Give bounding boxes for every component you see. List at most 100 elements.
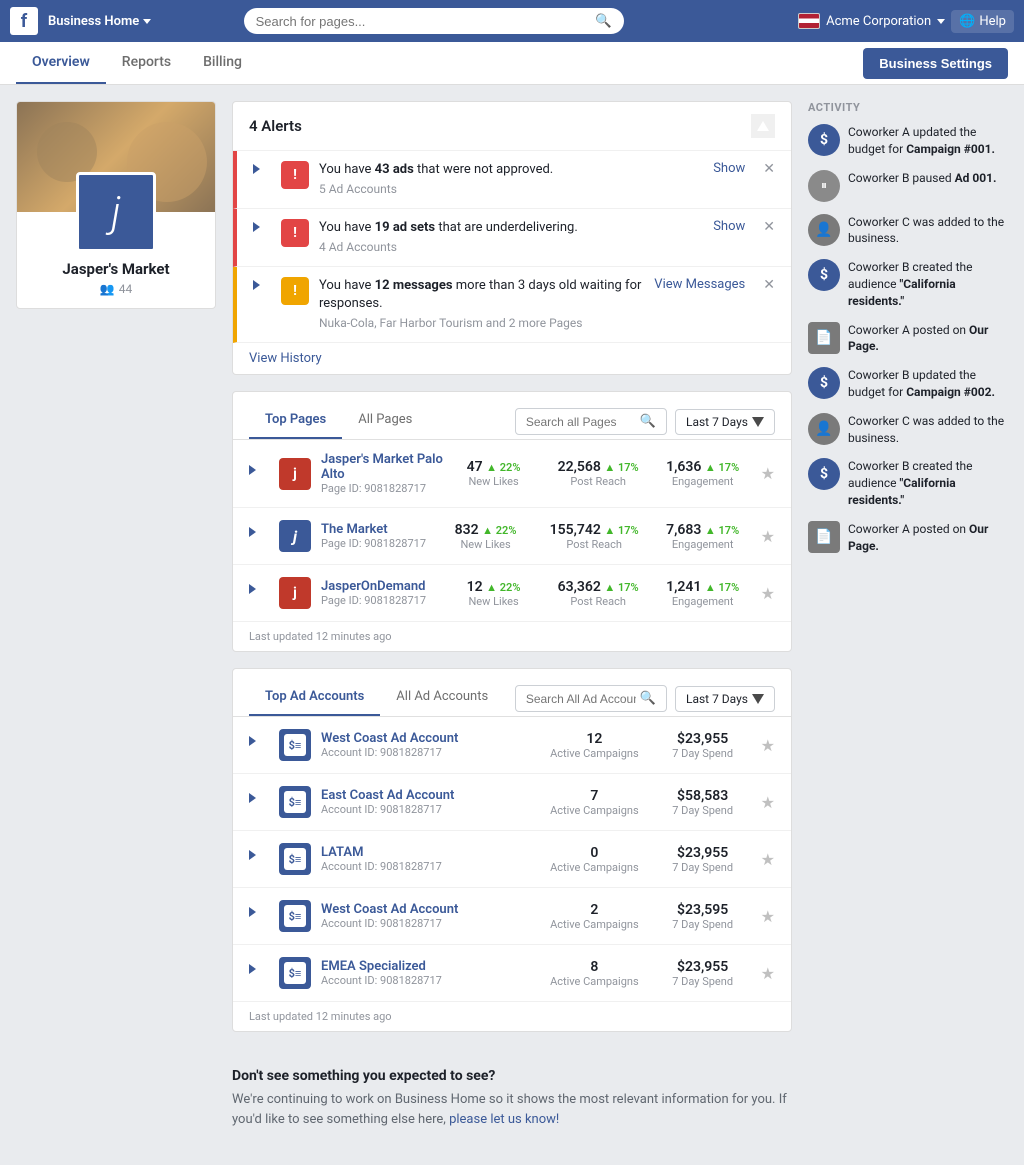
activity-text-1: Coworker A updated the budget for Campai… bbox=[848, 124, 1008, 158]
page-row-3: j JasperOnDemand Page ID: 9081828717 12 … bbox=[233, 565, 791, 622]
activity-dollar-icon-4: $ bbox=[808, 458, 840, 490]
left-sidebar: j Jasper's Market 👥 44 bbox=[16, 101, 216, 1149]
ad-main-1: West Coast Ad Account Account ID: 908182… bbox=[321, 731, 540, 759]
tab-top-ad-accounts[interactable]: Top Ad Accounts bbox=[249, 681, 380, 716]
ad-star-2[interactable]: ★ bbox=[761, 793, 775, 812]
bottom-note-text: We're continuing to work on Business Hom… bbox=[232, 1090, 792, 1129]
page-star-3[interactable]: ★ bbox=[761, 584, 775, 603]
ad-star-3[interactable]: ★ bbox=[761, 850, 775, 869]
page-id-3: Page ID: 9081828717 bbox=[321, 594, 444, 607]
ad-id-4: Account ID: 9081828717 bbox=[321, 917, 540, 930]
page-name-1[interactable]: Jasper's Market Palo Alto bbox=[321, 452, 444, 482]
ad-accounts-date-chevron-icon bbox=[752, 694, 764, 704]
ad-accounts-controls: 🔍 Last 7 Days bbox=[515, 685, 775, 712]
alert-expand-icon-1[interactable] bbox=[253, 163, 271, 181]
alert-item-2: ! You have 19 ad sets that are underdeli… bbox=[233, 209, 791, 267]
ad-expand-icon-3[interactable] bbox=[249, 849, 269, 869]
ad-icon-1: $≡ bbox=[279, 729, 311, 761]
pages-controls: 🔍 Last 7 Days bbox=[515, 408, 775, 435]
tab-top-pages[interactable]: Top Pages bbox=[249, 404, 342, 439]
activity-dollar-icon-1: $ bbox=[808, 124, 840, 156]
page-star-2[interactable]: ★ bbox=[761, 527, 775, 546]
activity-text-8: Coworker B created the audience "Califor… bbox=[848, 458, 1008, 508]
help-button[interactable]: 🌐 Help bbox=[951, 10, 1014, 33]
page-main-1: Jasper's Market Palo Alto Page ID: 90818… bbox=[321, 452, 444, 495]
ad-id-1: Account ID: 9081828717 bbox=[321, 746, 540, 759]
ad-stats-2: 7 Active Campaigns $58,583 7 Day Spend bbox=[550, 788, 743, 817]
ad-name-2[interactable]: East Coast Ad Account bbox=[321, 788, 540, 803]
ad-star-1[interactable]: ★ bbox=[761, 736, 775, 755]
ad-name-1[interactable]: West Coast Ad Account bbox=[321, 731, 540, 746]
activity-text-7: Coworker C was added to the business. bbox=[848, 413, 1008, 447]
ad-accounts-search-input[interactable] bbox=[526, 692, 636, 706]
alert-close-button-1[interactable]: ✕ bbox=[763, 161, 775, 177]
ad-accounts-tab-group: Top Ad Accounts All Ad Accounts bbox=[249, 681, 504, 716]
page-stats-1: 47 ▲ 22% New Likes 22,568 ▲ 17% Post Rea… bbox=[454, 459, 743, 488]
page-id-2: Page ID: 9081828717 bbox=[321, 537, 436, 550]
tab-all-ad-accounts[interactable]: All Ad Accounts bbox=[380, 681, 504, 716]
page-main-3: JasperOnDemand Page ID: 9081828717 bbox=[321, 579, 444, 607]
ad-name-3[interactable]: LATAM bbox=[321, 845, 540, 860]
ad-expand-icon-4[interactable] bbox=[249, 906, 269, 926]
ad-name-5[interactable]: EMEA Specialized bbox=[321, 959, 540, 974]
ad-stats-4: 2 Active Campaigns $23,595 7 Day Spend bbox=[550, 902, 743, 931]
view-history-link[interactable]: View History bbox=[233, 343, 791, 374]
company-name: Acme Corporation bbox=[826, 14, 931, 29]
search-submit-icon[interactable]: 🔍 bbox=[595, 13, 612, 29]
company-switcher[interactable]: Acme Corporation bbox=[798, 13, 945, 29]
ad-icon-2: $≡ bbox=[279, 786, 311, 818]
activity-text-9: Coworker A posted on Our Page. bbox=[848, 521, 1008, 555]
alert-expand-icon-3[interactable] bbox=[253, 279, 271, 297]
alert-close-button-3[interactable]: ✕ bbox=[763, 277, 775, 293]
alert-view-messages-button[interactable]: View Messages bbox=[654, 277, 745, 292]
tab-billing[interactable]: Billing bbox=[187, 42, 258, 84]
page-stats-3: 12 ▲ 22% New Likes 63,362 ▲ 17% Post Rea… bbox=[454, 579, 743, 608]
page-main-2: The Market Page ID: 9081828717 bbox=[321, 522, 436, 550]
ad-name-4[interactable]: West Coast Ad Account bbox=[321, 902, 540, 917]
page-expand-icon-3[interactable] bbox=[249, 583, 269, 603]
page-row-1: j Jasper's Market Palo Alto Page ID: 908… bbox=[233, 440, 791, 508]
ad-account-row-3: $≡ LATAM Account ID: 9081828717 0 Active… bbox=[233, 831, 791, 888]
ad-star-5[interactable]: ★ bbox=[761, 964, 775, 983]
search-input[interactable] bbox=[256, 14, 595, 29]
activity-item-4: $ Coworker B created the audience "Calif… bbox=[808, 259, 1008, 309]
ad-accounts-search[interactable]: 🔍 bbox=[515, 685, 667, 712]
top-navigation: f Business Home 🔍 Acme Corporation 🌐 Hel… bbox=[0, 0, 1024, 42]
ad-id-3: Account ID: 9081828717 bbox=[321, 860, 540, 873]
business-home-dropdown[interactable]: Business Home bbox=[48, 14, 151, 29]
tab-reports[interactable]: Reports bbox=[106, 42, 187, 84]
pages-search-input[interactable] bbox=[526, 415, 636, 429]
ad-expand-icon-2[interactable] bbox=[249, 792, 269, 812]
page-name-2[interactable]: The Market bbox=[321, 522, 436, 537]
page-expand-icon-2[interactable] bbox=[249, 526, 269, 546]
alerts-collapse-button[interactable] bbox=[751, 114, 775, 138]
tab-all-pages[interactable]: All Pages bbox=[342, 404, 428, 439]
page-stat-engagement-2: 7,683 ▲ 17% Engagement bbox=[663, 522, 743, 551]
global-search[interactable]: 🔍 bbox=[244, 8, 624, 34]
ad-accounts-search-icon: 🔍 bbox=[640, 691, 656, 706]
ad-stat-campaigns-3: 0 Active Campaigns bbox=[550, 845, 639, 874]
business-settings-button[interactable]: Business Settings bbox=[863, 48, 1008, 79]
page-stat-likes-1: 47 ▲ 22% New Likes bbox=[454, 459, 534, 488]
ad-accounts-header: Top Ad Accounts All Ad Accounts 🔍 Last 7… bbox=[233, 669, 791, 717]
page-expand-icon-1[interactable] bbox=[249, 464, 269, 484]
ad-expand-icon-5[interactable] bbox=[249, 963, 269, 983]
profile-logo: j bbox=[76, 172, 156, 252]
tab-overview[interactable]: Overview bbox=[16, 42, 106, 84]
alert-close-button-2[interactable]: ✕ bbox=[763, 219, 775, 235]
alert-show-button-1[interactable]: Show bbox=[713, 161, 745, 176]
page-stats-2: 832 ▲ 22% New Likes 155,742 ▲ 17% Post R… bbox=[446, 522, 743, 551]
alert-show-button-2[interactable]: Show bbox=[713, 219, 745, 234]
ad-accounts-date-dropdown[interactable]: Last 7 Days bbox=[675, 686, 775, 712]
page-star-1[interactable]: ★ bbox=[761, 464, 775, 483]
bottom-note-link[interactable]: please let us know! bbox=[449, 1112, 559, 1127]
pages-search[interactable]: 🔍 bbox=[515, 408, 667, 435]
business-home-chevron-icon bbox=[143, 19, 151, 24]
pages-date-dropdown[interactable]: Last 7 Days bbox=[675, 409, 775, 435]
page-name-3[interactable]: JasperOnDemand bbox=[321, 579, 444, 594]
alert-expand-icon-2[interactable] bbox=[253, 221, 271, 239]
profile-followers: 👥 44 bbox=[17, 282, 215, 308]
ad-expand-icon-1[interactable] bbox=[249, 735, 269, 755]
ad-star-4[interactable]: ★ bbox=[761, 907, 775, 926]
company-chevron-icon bbox=[937, 19, 945, 24]
